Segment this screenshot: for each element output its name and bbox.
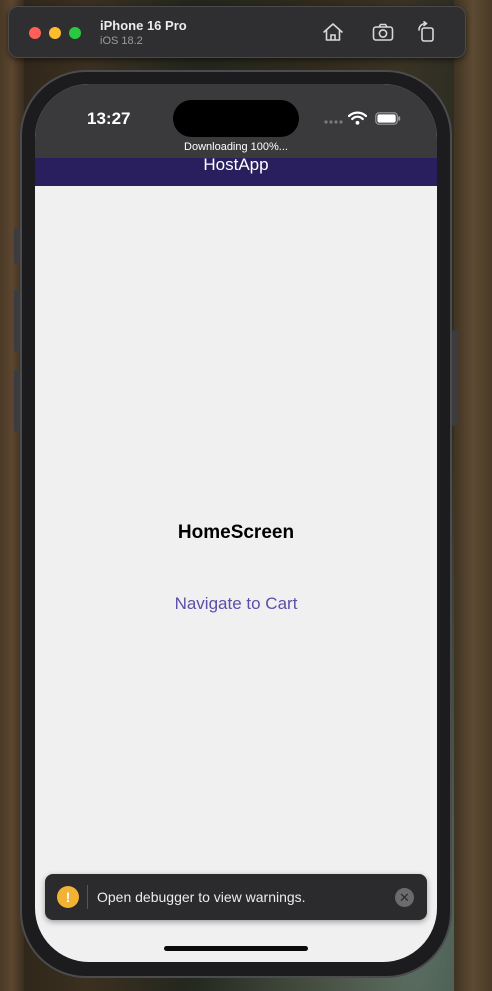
background-tree-right bbox=[454, 0, 492, 991]
toast-divider bbox=[87, 885, 88, 909]
cellular-dots-icon bbox=[324, 120, 343, 124]
status-time: 13:27 bbox=[87, 109, 131, 128]
os-version: iOS 18.2 bbox=[100, 35, 143, 47]
zoom-window-button[interactable] bbox=[69, 27, 81, 39]
battery-icon bbox=[375, 112, 401, 125]
warning-icon: ! bbox=[57, 886, 79, 908]
dynamic-island bbox=[173, 100, 299, 137]
rotate-icon[interactable] bbox=[415, 21, 439, 43]
screenshot-icon[interactable] bbox=[371, 21, 395, 43]
phone-screen: 13:27 Downloading 100%... HostApp HomeSc… bbox=[35, 84, 437, 962]
status-bar: 13:27 Downloading 100%... bbox=[35, 84, 437, 158]
app-header-title: HostApp bbox=[203, 155, 269, 174]
simulator-toolbar: iPhone 16 Pro iOS 18.2 bbox=[8, 6, 466, 58]
navigate-to-cart-link[interactable]: Navigate to Cart bbox=[35, 594, 437, 614]
device-name: iPhone 16 Pro bbox=[100, 18, 187, 33]
wifi-icon bbox=[348, 111, 367, 125]
app-header: HostApp bbox=[35, 155, 437, 186]
minimize-window-button[interactable] bbox=[49, 27, 61, 39]
toast-message: Open debugger to view warnings. bbox=[97, 889, 306, 905]
close-icon[interactable]: ✕ bbox=[395, 888, 414, 907]
downloading-status: Downloading 100%... bbox=[184, 141, 288, 153]
close-window-button[interactable] bbox=[29, 27, 41, 39]
debugger-warning-toast[interactable]: ! Open debugger to view warnings. ✕ bbox=[45, 874, 427, 920]
screen-heading: HomeScreen bbox=[177, 522, 295, 543]
power-button bbox=[452, 330, 458, 426]
home-icon[interactable] bbox=[321, 21, 345, 43]
home-indicator[interactable] bbox=[164, 946, 308, 951]
